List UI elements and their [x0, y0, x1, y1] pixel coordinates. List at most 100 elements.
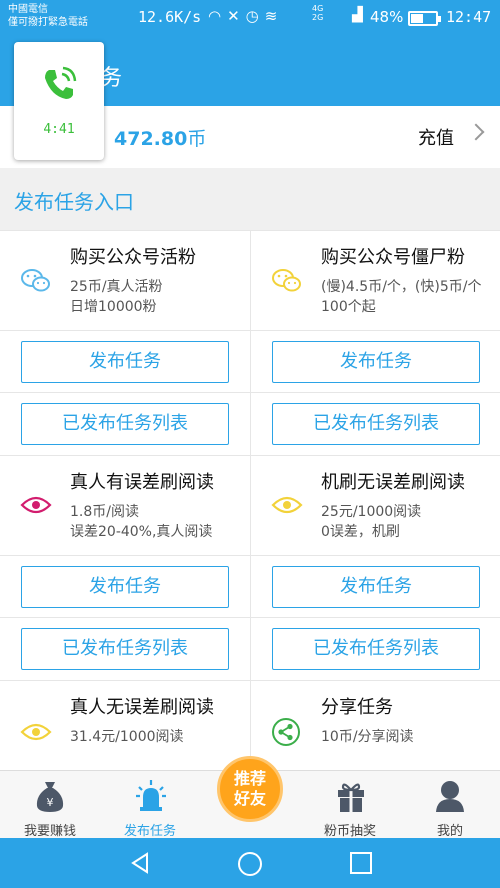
network-type: 4G 2G — [312, 4, 323, 22]
call-duration: 4:41 — [43, 122, 75, 137]
nav-item-mine[interactable]: 我的 — [400, 771, 500, 839]
home-icon[interactable] — [237, 851, 263, 877]
eye-icon — [20, 723, 52, 741]
network-type-4g: 4G — [312, 4, 324, 13]
carrier-info: 中國電信 僅可撥打緊急電話 — [8, 3, 88, 29]
button-cell: 发布任务 — [0, 556, 250, 617]
wechat-icon — [272, 269, 301, 292]
publish-task-button[interactable]: 发布任务 — [21, 566, 229, 608]
button-cell: 发布任务 — [0, 331, 250, 392]
battery-percent: 48% — [370, 8, 404, 26]
task-title: 真人有误差刷阅读 — [70, 472, 214, 493]
recommend-friend-button[interactable]: 推荐 好友 — [217, 756, 283, 822]
balance-amount: 472.80 — [114, 128, 188, 150]
wechat-icon — [21, 269, 50, 292]
gift-icon — [338, 783, 364, 812]
button-cell: 发布任务 — [250, 556, 500, 617]
nav-label: 粉币抽奖 — [323, 824, 376, 839]
share-icon — [272, 718, 300, 746]
task-desc-line: 0误差，机刷 — [321, 524, 400, 540]
headset-icon: ◠ — [208, 7, 228, 25]
phone-call-icon — [45, 66, 77, 99]
task-card: 机刷无误差刷阅读 25元/1000阅读 0误差，机刷 — [250, 456, 500, 555]
wifi-icon: ≋ — [264, 7, 284, 25]
status-time: 12:47 — [446, 8, 492, 26]
publish-task-button[interactable]: 发布任务 — [272, 566, 480, 608]
published-list-button[interactable]: 已发布任务列表 — [21, 628, 229, 670]
task-card: 分享任务 10币/分享阅读 — [250, 681, 500, 770]
publish-task-button[interactable]: 发布任务 — [21, 341, 229, 383]
recent-apps-icon[interactable] — [349, 851, 373, 875]
task-card: 购买公众号僵尸粉 (慢)4.5币/个，(快)5币/个 100个起 — [250, 231, 500, 330]
task-desc: 25元/1000阅读 0误差，机刷 — [321, 502, 421, 542]
button-cell: 发布任务 — [250, 331, 500, 392]
eye-icon — [271, 496, 303, 514]
task-desc-line: 31.4元/1000阅读 — [70, 729, 184, 745]
balance-unit: 币 — [187, 128, 207, 150]
button-row: 已发布任务列表 已发布任务列表 — [0, 617, 500, 680]
task-card: 真人无误差刷阅读 31.4元/1000阅读 — [0, 681, 250, 770]
button-row: 发布任务 发布任务 — [0, 330, 500, 392]
task-card: 真人有误差刷阅读 1.8币/阅读 误差20-40%,真人阅读 — [0, 456, 250, 555]
alarm-icon: ◷ — [245, 7, 265, 25]
nav-item-earn[interactable]: ¥ 我要赚钱 — [0, 771, 100, 839]
balance-display: 472.80币 — [114, 124, 206, 151]
published-list-button[interactable]: 已发布任务列表 — [272, 403, 480, 445]
task-desc: 10币/分享阅读 — [321, 727, 414, 747]
call-overlay[interactable]: 4:41 — [14, 42, 104, 160]
task-desc: 25币/真人活粉 日增10000粉 — [70, 277, 163, 317]
task-title: 分享任务 — [321, 697, 393, 718]
task-desc-line: 25元/1000阅读 — [321, 504, 422, 520]
task-info-row: 购买公众号活粉 25币/真人活粉 日增10000粉 购买公众号僵尸粉 (慢)4.… — [0, 230, 500, 330]
nav-item-publish[interactable]: 发布任务 — [100, 771, 200, 839]
system-nav-bar — [0, 838, 500, 888]
task-desc-line: 日增10000粉 — [70, 299, 157, 315]
alarm-light-icon — [136, 780, 166, 811]
nav-item-lottery[interactable]: 粉币抽奖 — [300, 771, 400, 839]
button-cell: 已发布任务列表 — [250, 393, 500, 455]
section-title: 发布任务入口 — [14, 190, 134, 214]
task-desc-line: 10币/分享阅读 — [321, 729, 414, 745]
task-desc: 1.8币/阅读 误差20-40%,真人阅读 — [70, 502, 212, 542]
task-desc: 31.4元/1000阅读 — [70, 727, 184, 747]
task-info-row: 真人有误差刷阅读 1.8币/阅读 误差20-40%,真人阅读 机刷无误差刷阅读 … — [0, 455, 500, 555]
mute-icon: ✕ — [227, 7, 246, 25]
recharge-link[interactable]: 充值 — [418, 124, 454, 150]
published-list-button[interactable]: 已发布任务列表 — [272, 628, 480, 670]
user-icon — [436, 781, 464, 812]
task-title: 购买公众号活粉 — [70, 247, 196, 268]
money-bag-icon: ¥ — [36, 782, 64, 812]
recommend-label-line2: 好友 — [233, 789, 266, 808]
task-desc-line: 100个起 — [321, 299, 376, 315]
published-list-button[interactable]: 已发布任务列表 — [21, 403, 229, 445]
nav-label: 我要赚钱 — [23, 824, 76, 839]
task-desc-line: 误差20-40%,真人阅读 — [70, 524, 213, 540]
task-title: 真人无误差刷阅读 — [70, 697, 214, 718]
eye-icon — [20, 496, 52, 514]
task-card: 购买公众号活粉 25币/真人活粉 日增10000粉 — [0, 231, 250, 330]
nav-label: 我的 — [436, 824, 463, 839]
button-row: 发布任务 发布任务 — [0, 555, 500, 617]
svg-text:¥: ¥ — [47, 796, 54, 809]
task-desc-line: 1.8币/阅读 — [70, 504, 139, 520]
task-desc: (慢)4.5币/个，(快)5币/个 100个起 — [321, 277, 481, 317]
button-row: 已发布任务列表 已发布任务列表 — [0, 392, 500, 455]
task-title: 购买公众号僵尸粉 — [321, 247, 465, 268]
nav-label: 发布任务 — [123, 824, 176, 839]
recommend-label-line1: 推荐 — [233, 769, 266, 788]
back-icon[interactable] — [128, 851, 152, 875]
signal-icon: ▟ — [352, 7, 363, 23]
task-desc-line: 25币/真人活粉 — [70, 279, 163, 295]
network-type-2g: 2G — [312, 13, 324, 22]
battery-fill — [411, 14, 423, 23]
task-grid: 购买公众号活粉 25币/真人活粉 日增10000粉 购买公众号僵尸粉 (慢)4.… — [0, 230, 500, 770]
task-desc-line: (慢)4.5币/个，(快)5币/个 — [321, 279, 482, 295]
network-speed: 12.6K/s — [138, 8, 202, 26]
carrier-name: 中國電信 — [8, 4, 48, 15]
button-cell: 已发布任务列表 — [0, 393, 250, 455]
button-cell: 已发布任务列表 — [0, 618, 250, 680]
publish-task-button[interactable]: 发布任务 — [272, 341, 480, 383]
status-bar: 中國電信 僅可撥打緊急電話 12.6K/s ◠✕◷≋ 4G 2G ▟ 48% 1… — [0, 0, 500, 36]
button-cell: 已发布任务列表 — [250, 618, 500, 680]
battery-icon — [408, 11, 441, 26]
